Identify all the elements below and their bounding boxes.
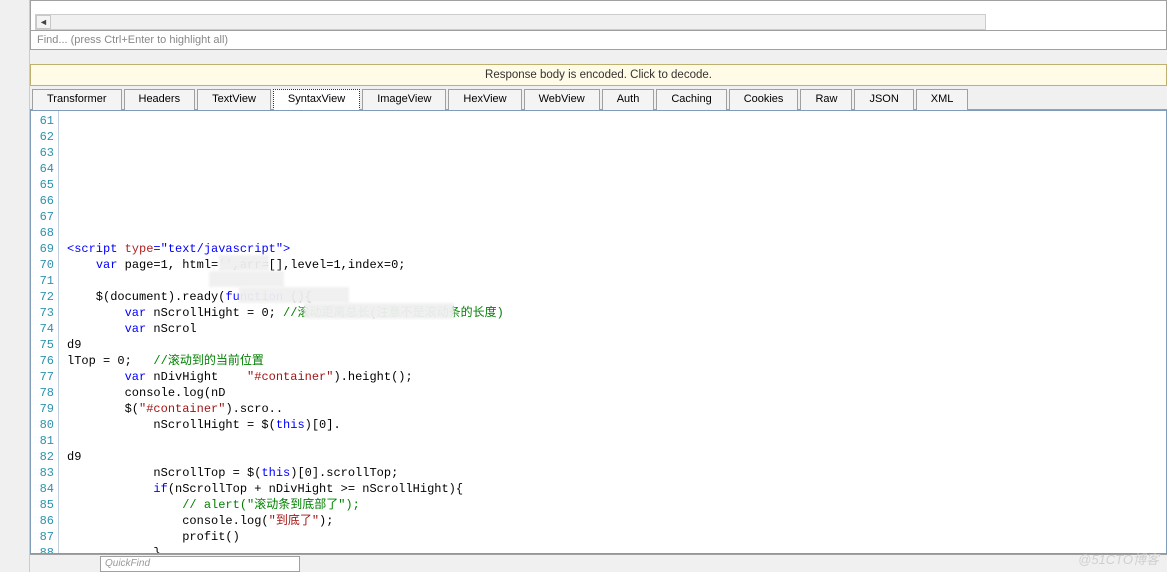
scroll-left-arrow-icon[interactable]: ◄ <box>36 15 51 29</box>
quickfind-input[interactable]: QuickFind <box>100 556 300 572</box>
code-line: d9 <box>67 449 1166 465</box>
code-editor[interactable]: <script type="text/javascript"> var page… <box>59 111 1166 553</box>
code-line: nScrollTop = $(this)[0].scrollTop; <box>67 465 1166 481</box>
line-number: 62 <box>31 129 54 145</box>
line-number: 69 <box>31 241 54 257</box>
line-number: 68 <box>31 225 54 241</box>
line-number: 81 <box>31 433 54 449</box>
line-number: 83 <box>31 465 54 481</box>
panel-gap <box>30 50 1167 64</box>
line-number-gutter: 6162636465666768697071727374757677787980… <box>31 111 59 553</box>
redacted-region <box>239 287 349 303</box>
code-line: if(nScrollTop + nDivHight >= nScrollHigh… <box>67 481 1166 497</box>
code-line <box>67 225 1166 241</box>
code-line: d9 <box>67 337 1166 353</box>
tab-imageview[interactable]: ImageView <box>362 89 446 110</box>
code-line: var nScrol <box>67 321 1166 337</box>
line-number: 63 <box>31 145 54 161</box>
left-rail <box>0 0 30 572</box>
line-number: 80 <box>31 417 54 433</box>
tab-headers[interactable]: Headers <box>124 89 196 110</box>
code-line: } <box>67 545 1166 554</box>
line-number: 77 <box>31 369 54 385</box>
code-pane: 6162636465666768697071727374757677787980… <box>30 110 1167 554</box>
code-line: $(document).ready(function (){ <box>67 289 1166 305</box>
line-number: 82 <box>31 449 54 465</box>
line-number: 71 <box>31 273 54 289</box>
code-line: lTop = 0; //滚动到的当前位置 <box>67 353 1166 369</box>
decode-notice-bar[interactable]: Response body is encoded. Click to decod… <box>30 64 1167 86</box>
line-number: 64 <box>31 161 54 177</box>
line-number: 65 <box>31 177 54 193</box>
line-number: 74 <box>31 321 54 337</box>
code-line: console.log(nD <box>67 385 1166 401</box>
tab-caching[interactable]: Caching <box>656 89 726 110</box>
line-number: 78 <box>31 385 54 401</box>
code-line: // alert("滚动条到底部了"); <box>67 497 1166 513</box>
line-number: 67 <box>31 209 54 225</box>
line-number: 75 <box>31 337 54 353</box>
tab-auth[interactable]: Auth <box>602 89 655 110</box>
line-number: 73 <box>31 305 54 321</box>
bottom-bar: QuickFind <box>30 554 1167 572</box>
code-line: var nDivHight "#container").height(); <box>67 369 1166 385</box>
upper-panel: ◄ <box>30 0 1167 30</box>
line-number: 87 <box>31 529 54 545</box>
line-number: 86 <box>31 513 54 529</box>
line-number: 61 <box>31 113 54 129</box>
line-number: 79 <box>31 401 54 417</box>
code-line: console.log("到底了"); <box>67 513 1166 529</box>
tab-raw[interactable]: Raw <box>800 89 852 110</box>
code-line: var nScrollHight = 0; //滚动距离总长(注意不是滚动条的长… <box>67 305 1166 321</box>
line-number: 66 <box>31 193 54 209</box>
tab-webview[interactable]: WebView <box>524 89 600 110</box>
redacted-region <box>219 255 269 271</box>
tab-syntaxview[interactable]: SyntaxView <box>273 89 360 110</box>
code-line <box>67 433 1166 449</box>
tab-json[interactable]: JSON <box>854 89 913 110</box>
inspector-tabs: TransformerHeadersTextViewSyntaxViewImag… <box>30 86 1167 110</box>
find-input[interactable]: Find... (press Ctrl+Enter to highlight a… <box>30 30 1167 50</box>
line-number: 70 <box>31 257 54 273</box>
tab-textview[interactable]: TextView <box>197 89 271 110</box>
code-line: $("#container").scro.. <box>67 401 1166 417</box>
tab-xml[interactable]: XML <box>916 89 969 110</box>
redacted-region <box>304 303 454 319</box>
main-area: ◄ Find... (press Ctrl+Enter to highlight… <box>30 0 1167 572</box>
line-number: 88 <box>31 545 54 554</box>
code-line: nScrollHight = $(this)[0]. <box>67 417 1166 433</box>
upper-hscrollbar[interactable]: ◄ <box>35 14 986 30</box>
code-line: profit() <box>67 529 1166 545</box>
tab-hexview[interactable]: HexView <box>448 89 521 110</box>
line-number: 76 <box>31 353 54 369</box>
line-number: 84 <box>31 481 54 497</box>
redacted-region <box>209 271 284 287</box>
tab-cookies[interactable]: Cookies <box>729 89 799 110</box>
line-number: 72 <box>31 289 54 305</box>
line-number: 85 <box>31 497 54 513</box>
tab-transformer[interactable]: Transformer <box>32 89 122 110</box>
